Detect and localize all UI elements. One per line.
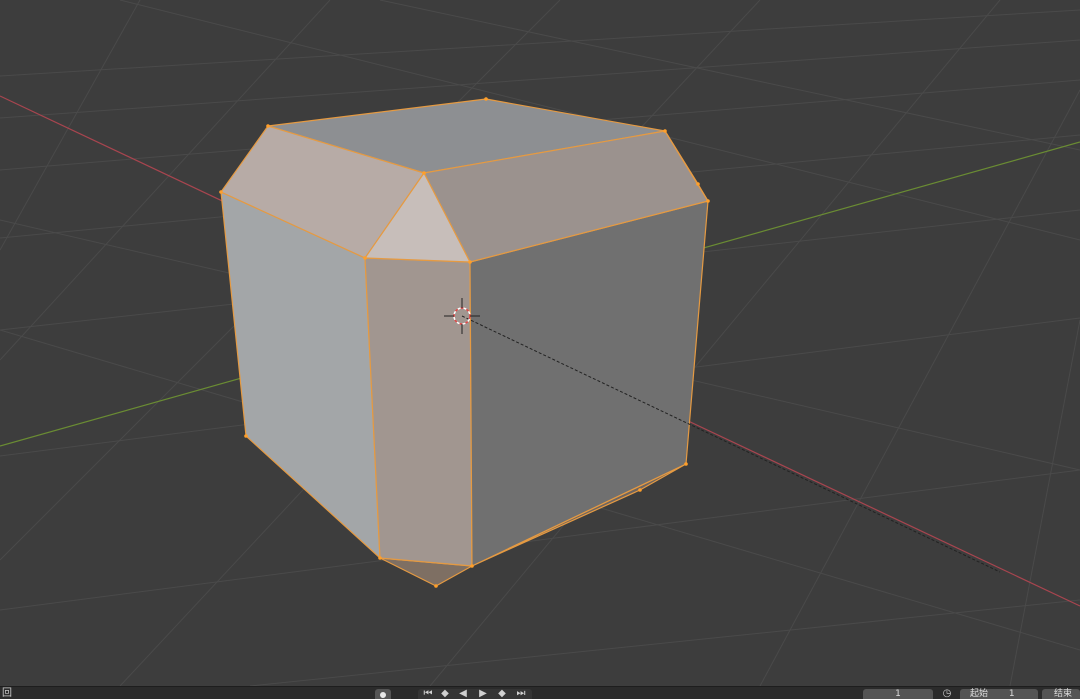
frame-end-label: 结束 bbox=[1054, 689, 1073, 699]
play-icon[interactable]: ▶ bbox=[476, 689, 490, 699]
clock-icon[interactable]: ◷ bbox=[939, 689, 955, 699]
frame-start-field[interactable]: 起始 1 bbox=[960, 689, 1038, 699]
frame-end-field[interactable]: 结束 bbox=[1042, 689, 1080, 699]
prev-keyframe-icon[interactable]: ◆ bbox=[437, 689, 453, 699]
timeline-header: 回 ⏮ ◆ ◀ ▶ ◆ ⏭ 1 ◷ 起始 1 结束 bbox=[0, 686, 1080, 699]
frame-start-value: 1 bbox=[1008, 689, 1015, 699]
frame-start-label: 起始 bbox=[970, 689, 989, 699]
next-keyframe-icon[interactable]: ◆ bbox=[494, 689, 510, 699]
playback-menu[interactable]: 回 bbox=[2, 688, 12, 699]
current-frame-field[interactable]: 1 bbox=[863, 689, 933, 699]
record-icon[interactable] bbox=[375, 689, 391, 699]
jump-end-icon[interactable]: ⏭ bbox=[514, 689, 528, 699]
jump-start-icon[interactable]: ⏮ bbox=[421, 689, 435, 699]
play-reverse-icon[interactable]: ◀ bbox=[456, 689, 470, 699]
viewport-canvas[interactable] bbox=[0, 0, 1080, 686]
3d-viewport[interactable] bbox=[0, 0, 1080, 686]
